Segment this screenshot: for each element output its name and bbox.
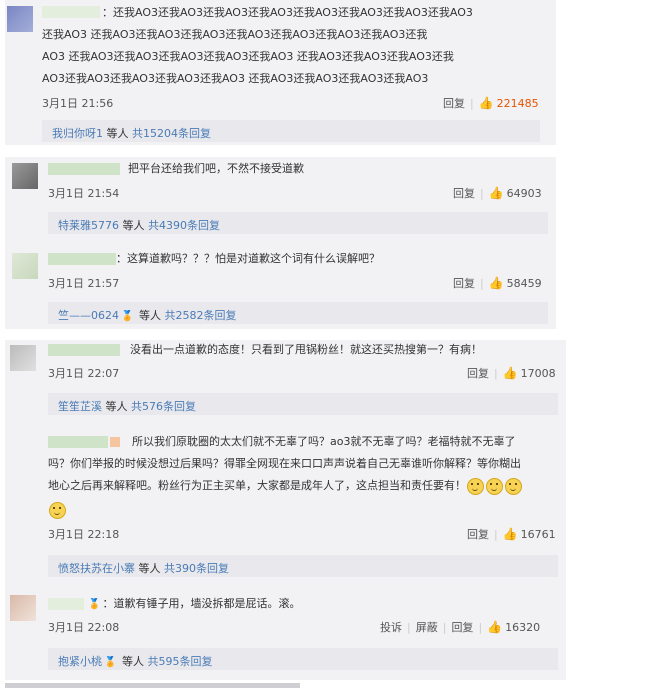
comment-text: AO3 还我AO3还我AO3还我AO3还我AO3还我AO3 还我AO3还我AO3…	[42, 50, 454, 63]
avatar[interactable]	[10, 595, 36, 621]
like-button[interactable]: 👍 16320	[487, 620, 540, 634]
like-button[interactable]: 👍 64903	[488, 186, 542, 200]
medal-icon: 🏅	[104, 657, 117, 668]
comment-text: 吗？你们举报的时候没想过后果吗？得罪全网现在来口口声声说着自己无辜谁听你解释？等…	[48, 457, 521, 470]
like-button[interactable]: 👍 16761	[502, 527, 556, 541]
comment-actions: 回复 | 👍 17008	[467, 366, 556, 380]
comment-actions: 回复 | 👍 221485	[443, 96, 539, 110]
comment-text: 🏅 ：道歉有锤子用，墙没拆都是屁话。滚。	[86, 593, 300, 616]
comment-actions: 回复 | 👍 64903	[453, 186, 542, 200]
medal-icon: 🏅	[121, 311, 134, 322]
thumbs-up-icon: 👍	[487, 620, 503, 634]
like-button[interactable]: 👍 17008	[502, 366, 556, 380]
timestamp: 3月1日 22:07	[48, 367, 120, 380]
reply-count-link[interactable]: 共4390条回复	[148, 219, 220, 232]
comment-actions: 回复 | 👍 58459	[453, 276, 542, 290]
reply-user-link[interactable]: 我归你呀1	[52, 127, 103, 140]
timestamp: 3月1日 21:57	[48, 277, 120, 290]
reply-summary[interactable]: 竺——0624 🏅 等人 共2582条回复	[48, 302, 548, 324]
avatar[interactable]	[10, 345, 36, 371]
thumbs-up-icon: 👍	[488, 276, 504, 290]
smile-emoji-icon	[467, 477, 484, 495]
thumbs-up-icon: 👍	[478, 96, 494, 110]
report-button[interactable]: 投诉	[380, 621, 402, 634]
reply-user-link[interactable]: 特莱雅5776	[58, 219, 119, 232]
comment-text: 所以我们原耽圈的太太们就不无辜了吗？ao3就不无辜了吗？老福特就不无辜了	[132, 435, 516, 448]
reply-user-link[interactable]: 竺——0624	[58, 309, 119, 322]
username[interactable]	[48, 344, 120, 356]
smile-emoji-icon	[49, 502, 66, 519]
comment-actions: 投诉 | 屏蔽 | 回复 | 👍 16320	[380, 620, 541, 634]
reply-count-link[interactable]: 共576条回复	[131, 400, 196, 413]
comment-actions: 回复 | 👍 16761	[467, 527, 556, 541]
comment-text: 还我AO3 还我AO3还我AO3还我AO3还我AO3还我AO3还我AO3还我AO…	[42, 28, 428, 41]
thumbs-up-icon: 👍	[502, 366, 518, 380]
reply-button[interactable]: 回复	[451, 621, 473, 634]
username[interactable]	[48, 436, 108, 448]
reply-button[interactable]: 回复	[443, 97, 465, 110]
timestamp: 3月1日 21:56	[42, 97, 114, 110]
avatar[interactable]	[12, 163, 38, 189]
username-badge	[110, 437, 120, 447]
username[interactable]	[48, 253, 116, 265]
timestamp: 3月1日 22:08	[48, 621, 120, 634]
comment-text: 地心之后再来解释吧。粉丝行为正主买单，大家都是成年人了，这点担当和责任要有！	[48, 475, 523, 497]
avatar[interactable]	[12, 253, 38, 279]
reply-button[interactable]: 回复	[467, 367, 489, 380]
reply-count-link[interactable]: 共2582条回复	[164, 309, 236, 322]
timestamp: 3月1日 22:18	[48, 528, 120, 541]
reply-count-link[interactable]: 共15204条回复	[132, 127, 211, 140]
smile-emoji-icon	[505, 477, 522, 495]
reply-user-link[interactable]: 抱紧小桃	[58, 655, 102, 668]
smile-emoji-icon	[486, 477, 503, 495]
like-button[interactable]: 👍 221485	[478, 96, 539, 110]
reply-count-link[interactable]: 共595条回复	[147, 655, 212, 668]
username[interactable]	[48, 598, 84, 610]
comment-text: 没看出一点道歉的态度！只看到了甩锅粉丝！就这还买热搜第一？有病！	[130, 343, 482, 356]
comment-text: 把平台还给我们吧，不然不接受道歉	[128, 162, 304, 175]
comment-text: AO3还我AO3还我AO3还我AO3还我AO3 还我AO3还我AO3还我AO3还…	[42, 72, 429, 85]
like-button[interactable]: 👍 58459	[488, 276, 542, 290]
block-button[interactable]: 屏蔽	[416, 621, 438, 634]
reply-summary[interactable]: 愤怒扶苏在小寨 等人 共390条回复	[48, 555, 558, 577]
thumbs-up-icon: 👍	[502, 527, 518, 541]
reply-button[interactable]: 回复	[453, 277, 475, 290]
medal-icon: 🏅	[88, 599, 101, 610]
reply-count-link[interactable]: 共390条回复	[164, 562, 229, 575]
comment-text: ：还我AO3还我AO3还我AO3还我AO3还我AO3还我AO3还我AO3还我AO…	[102, 6, 473, 19]
reply-user-link[interactable]: 愤怒扶苏在小寨	[58, 562, 135, 575]
comment-text: ：这算道歉吗？？？怕是对道歉这个词有什么误解吧？	[116, 252, 380, 265]
username[interactable]	[48, 163, 120, 175]
avatar[interactable]	[7, 6, 33, 32]
thumbs-up-icon: 👍	[488, 186, 504, 200]
reply-summary[interactable]: 我归你呀1 等人 共15204条回复	[42, 120, 540, 142]
reply-user-link[interactable]: 笙笙芷溪	[58, 400, 102, 413]
reply-summary[interactable]: 抱紧小桃 🏅 等人 共595条回复	[48, 648, 558, 670]
reply-button[interactable]: 回复	[453, 187, 475, 200]
timestamp: 3月1日 21:54	[48, 187, 120, 200]
reply-summary[interactable]: 笙笙芷溪 等人 共576条回复	[48, 393, 558, 415]
next-comment-placeholder	[5, 683, 300, 688]
reply-button[interactable]: 回复	[467, 528, 489, 541]
reply-summary[interactable]: 特莱雅5776 等人 共4390条回复	[48, 212, 548, 234]
